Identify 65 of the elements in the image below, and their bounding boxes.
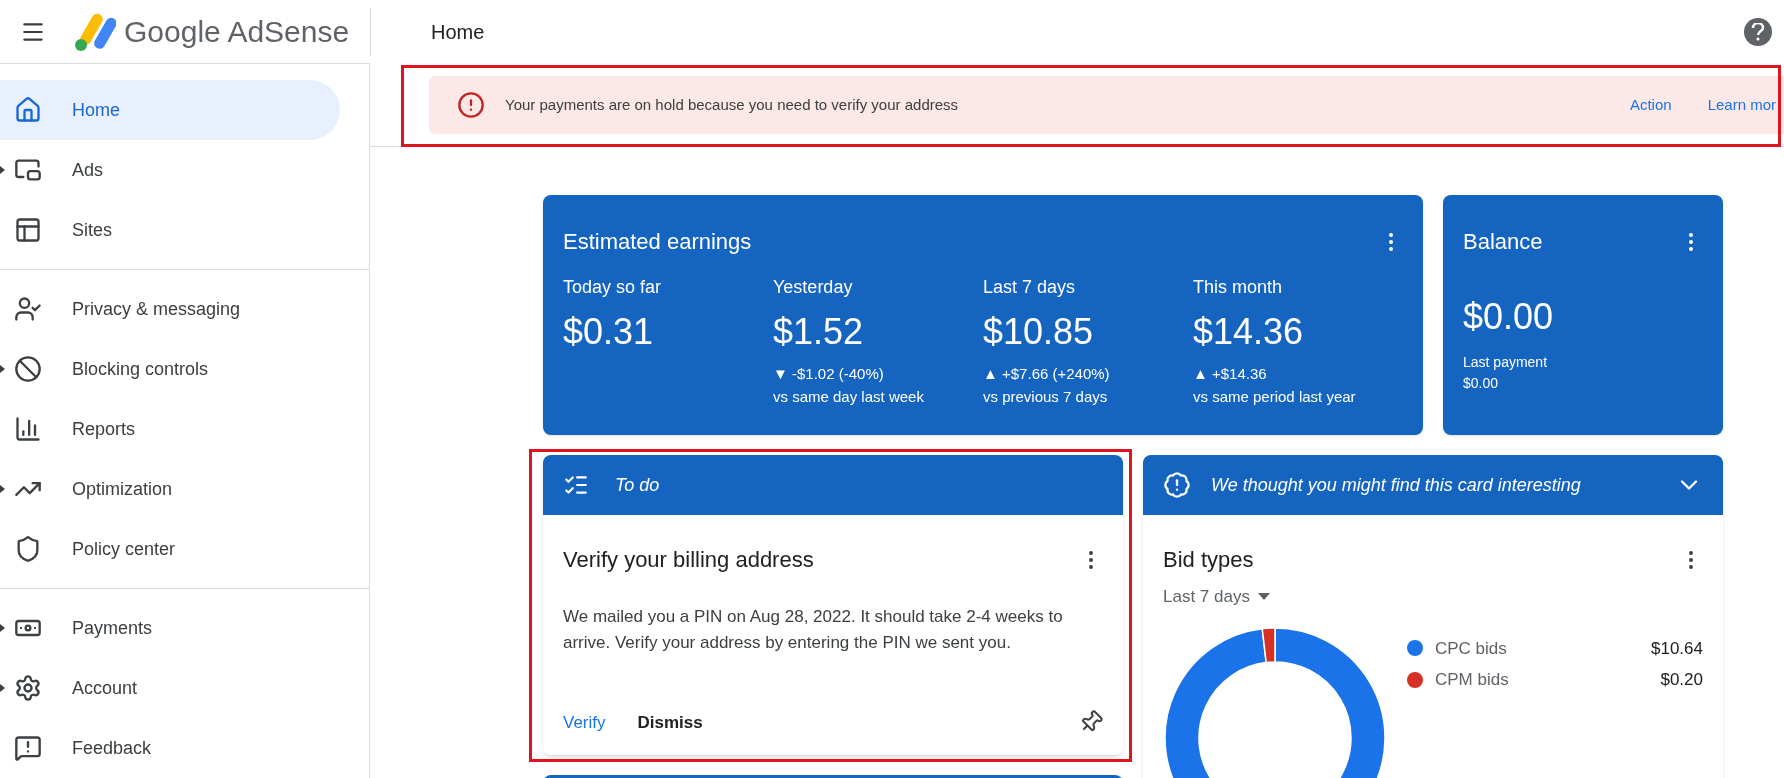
period-label: Last 7 days (983, 276, 1077, 299)
logo-icon (74, 11, 116, 52)
alert-link[interactable]: Learn mor (1707, 93, 1776, 117)
nav-item[interactable]: Reports (0, 399, 340, 459)
period-value: $1.52 (773, 310, 865, 354)
card-title: Bid types (1163, 546, 1254, 574)
period-change: ▲ +$7.66 (+240%) (983, 364, 1111, 384)
period-comparison: vs previous 7 days (983, 386, 1109, 407)
person-icon (14, 295, 42, 323)
date-range-dropdown[interactable]: Last 7 days (1163, 584, 1270, 610)
help-icon (1751, 23, 1765, 41)
task-description: We mailed you a PIN on Aug 28, 2022. It should take 2-4 weeks to arrive. Verify your address by entering the PIN we sent you. (563, 606, 1064, 654)
task-action[interactable]: Verify (555, 701, 614, 743)
balance-value: $0.00 (1463, 295, 1555, 339)
card-title: Balance (1463, 228, 1543, 256)
page-title: Home (431, 20, 485, 45)
nav-item[interactable]: Policy center (0, 519, 340, 579)
settings-icon (14, 674, 42, 702)
last-payment-value: $0.00 (1463, 374, 1500, 393)
alert-link[interactable]: Action (1629, 93, 1672, 117)
period-comparison: vs same day last week (773, 386, 925, 407)
help-button[interactable] (1744, 18, 1772, 46)
legend-value: $10.64 (1651, 637, 1703, 660)
feedback-icon (14, 734, 42, 762)
period-comparison: vs same period last year (1193, 386, 1357, 407)
period-change: ▲ +$14.36 (1193, 364, 1268, 384)
nav-item[interactable]: Ads (0, 140, 340, 200)
period-label: Yesterday (773, 276, 854, 299)
alert-message: Your payments are on hold because you need to verify your address (505, 94, 959, 115)
alert-badge-icon (1163, 471, 1191, 499)
card-title: Estimated earnings (563, 228, 752, 256)
home-icon (14, 96, 42, 124)
expand-caret-icon (0, 365, 6, 373)
expand-caret-icon (0, 485, 6, 493)
period-label: Today so far (563, 276, 663, 299)
task-action[interactable]: Dismiss (629, 701, 711, 743)
legend-label: CPM bids (1435, 669, 1509, 691)
task-title: Verify your billing address (563, 546, 814, 574)
legend-value: $0.20 (1660, 669, 1703, 691)
nav-item[interactable]: Sites (0, 200, 340, 260)
layout-icon (14, 216, 42, 244)
period-value: $14.36 (1193, 310, 1305, 354)
expand-caret-icon (0, 624, 6, 632)
period-value: $10.85 (983, 310, 1095, 354)
card-header-title: We thought you might find this card interesting (1211, 473, 1581, 497)
legend-label: CPC bids (1435, 637, 1507, 660)
product-name: Google AdSense (124, 14, 350, 50)
expand-caret-icon (0, 166, 6, 174)
last-payment-label: Last payment (1463, 353, 1549, 372)
period-change: ▼ -$1.02 (-40%) (773, 364, 885, 384)
alert-icon (457, 91, 485, 119)
nav-item[interactable]: Account (0, 658, 340, 718)
nav-item[interactable]: Optimization (0, 459, 340, 519)
caret-icon (1257, 593, 1270, 601)
nav-item[interactable]: Privacy & messaging (0, 279, 340, 339)
bar-chart-icon (14, 415, 42, 443)
nav-item[interactable]: Blocking controls (0, 339, 340, 399)
nav-item[interactable]: Feedback (0, 718, 340, 778)
period-label: This month (1193, 276, 1284, 299)
block-icon (14, 355, 42, 383)
nav-item[interactable]: Payments (0, 598, 340, 658)
expand-caret-icon (0, 684, 6, 692)
nav-item[interactable]: Home (0, 80, 340, 140)
card-header-title: To do (615, 473, 660, 497)
period-value: $0.31 (563, 310, 655, 354)
